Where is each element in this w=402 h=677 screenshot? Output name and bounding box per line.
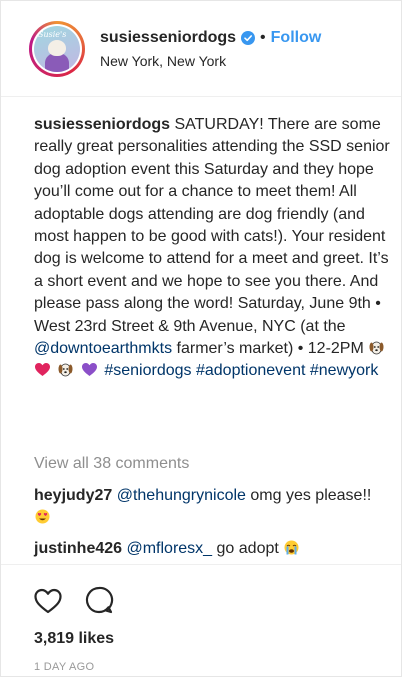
comment-text: go adopt bbox=[212, 540, 279, 557]
caption-body: SATURDAY! There are some really great pe… bbox=[34, 116, 390, 335]
comment-mention[interactable]: @thehungrynicole bbox=[117, 487, 246, 504]
post-timestamp: 1 DAY AGO bbox=[34, 661, 95, 673]
caption-after-mention: farmer’s market) • 12-2PM bbox=[172, 340, 364, 358]
verified-badge-icon bbox=[241, 30, 256, 45]
likes-count[interactable]: 3,819 likes bbox=[34, 630, 114, 648]
hashtag-link[interactable]: #newyork bbox=[310, 362, 378, 379]
comment-text: omg yes please!! bbox=[245, 487, 372, 504]
avatar-image: Susie's bbox=[34, 25, 80, 72]
hashtag-link[interactable]: #seniordogs bbox=[104, 362, 191, 379]
follow-button[interactable]: Follow bbox=[271, 29, 322, 47]
location-link[interactable]: New York, New York bbox=[100, 53, 321, 69]
avatar-logo-text: Susie's bbox=[38, 29, 67, 39]
caption-username[interactable]: susiesseniordogs bbox=[34, 116, 170, 133]
comment-item: justinhe426 @mfloresx_ go adopt bbox=[34, 538, 390, 560]
dog-face-icon bbox=[369, 341, 384, 355]
avatar-border: Susie's bbox=[32, 23, 82, 74]
view-all-comments-link[interactable]: View all 38 comments bbox=[34, 455, 189, 473]
heart-icon bbox=[35, 363, 50, 377]
header-text: susiesseniordogs • Follow New York, New … bbox=[100, 29, 321, 69]
post-caption: susiesseniordogs SATURDAY! There are som… bbox=[34, 114, 390, 383]
purple-heart-icon bbox=[81, 363, 97, 377]
comment-bubble-icon[interactable] bbox=[84, 585, 114, 615]
username-link[interactable]: susiesseniordogs bbox=[100, 29, 236, 47]
comment-username[interactable]: justinhe426 bbox=[34, 540, 122, 557]
heart-outline-icon[interactable] bbox=[33, 587, 63, 615]
post-header: Susie's susiesseniordogs • Follow New Yo… bbox=[1, 1, 401, 97]
crying-face-icon bbox=[284, 540, 299, 555]
comment-username[interactable]: heyjudy27 bbox=[34, 487, 112, 504]
post-card: Susie's susiesseniordogs • Follow New Yo… bbox=[0, 0, 402, 677]
separator-dot: • bbox=[260, 28, 266, 46]
dog-face-icon bbox=[58, 364, 73, 377]
user-row: susiesseniordogs • Follow bbox=[100, 29, 321, 47]
comment-mention[interactable]: @mfloresx_ bbox=[126, 540, 212, 557]
heart-eyes-face-icon bbox=[35, 509, 50, 524]
caption-mention[interactable]: @downtoearthmkts bbox=[34, 340, 172, 357]
comment-item: heyjudy27 @thehungrynicole omg yes pleas… bbox=[34, 485, 390, 530]
hashtag-link[interactable]: #adoptionevent bbox=[196, 362, 305, 379]
post-actions: 3,819 likes 1 DAY AGO bbox=[1, 564, 401, 677]
avatar-dog-head bbox=[48, 39, 66, 56]
avatar[interactable]: Susie's bbox=[29, 20, 85, 77]
